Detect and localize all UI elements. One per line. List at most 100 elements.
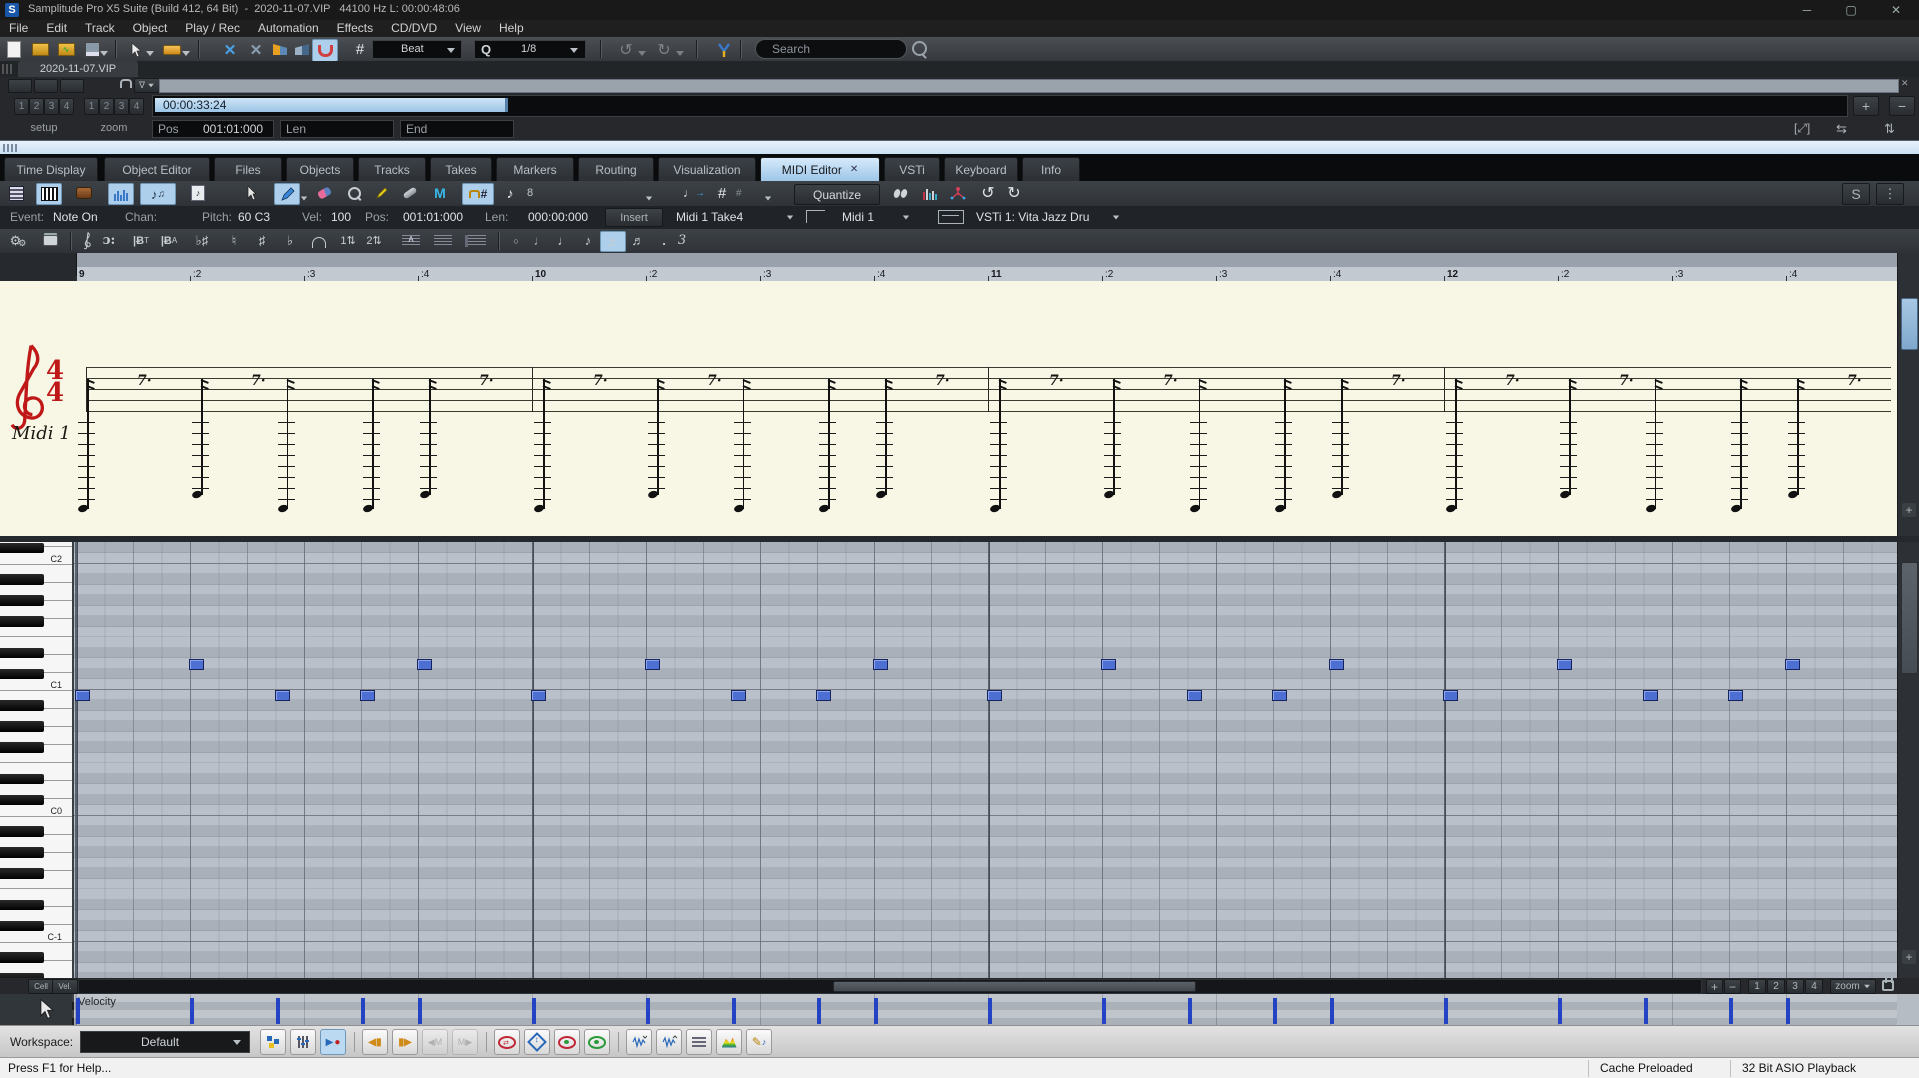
alto-clef-tenor-icon[interactable]: |Ƀ T [128, 231, 154, 250]
midi-note[interactable] [189, 658, 204, 670]
pencil-caret-icon[interactable] [300, 196, 308, 201]
snap-caret-icon[interactable] [645, 196, 653, 201]
velocity-scale-icon[interactable] [918, 183, 942, 203]
magnify-tool-icon[interactable] [342, 183, 366, 203]
snap-magnet-icon[interactable] [312, 39, 338, 62]
score-edit-icon[interactable]: ✎ ♪ [746, 1029, 772, 1055]
note-head[interactable] [276, 503, 289, 514]
score-view-icon[interactable]: ♪ ♫ [140, 183, 176, 205]
zoom-preset-1[interactable]: 1 [84, 98, 99, 115]
legato-icon[interactable] [888, 183, 912, 203]
save-caret-icon[interactable] [100, 51, 108, 56]
velocity-bar[interactable] [1444, 998, 1448, 1024]
menu-effects[interactable]: Effects [328, 20, 382, 36]
score-settings-icon[interactable] [462, 231, 488, 250]
eighth-note-icon[interactable]: ♪ [576, 231, 600, 250]
black-key[interactable] [0, 721, 44, 732]
marker-prev-icon[interactable]: ◀M [422, 1029, 448, 1055]
drum-editor-icon[interactable] [72, 183, 96, 203]
undo-caret-icon[interactable] [638, 51, 646, 56]
sixteenth-note-icon[interactable]: ♬ [600, 231, 626, 252]
roll-zoom-preset-4[interactable]: 4 [1805, 979, 1823, 994]
accidentals-icon[interactable]: ♭♯ [190, 231, 214, 250]
pos-field[interactable]: Pos 001:01:000 [152, 120, 274, 138]
take-dropdown[interactable]: Midi 1 Take4 [676, 210, 743, 224]
black-key[interactable] [0, 794, 44, 805]
note-head[interactable] [362, 503, 374, 514]
midi-note[interactable] [274, 690, 290, 701]
midi-note[interactable] [1329, 658, 1344, 670]
black-key[interactable] [0, 742, 44, 753]
redo-caret-icon[interactable] [676, 51, 684, 56]
score-scroll-handle[interactable] [1901, 298, 1918, 350]
track-dropdown[interactable]: Midi 1 [842, 210, 874, 224]
tab-keyboard[interactable]: Keyboard [944, 157, 1018, 181]
highlighter-tool-icon[interactable] [370, 183, 394, 203]
velocity-bar[interactable] [646, 998, 650, 1024]
object-mode-icon[interactable] [160, 39, 184, 60]
black-key[interactable] [0, 668, 44, 679]
object-mode-caret-icon[interactable] [182, 51, 190, 56]
track-rec-button[interactable] [60, 79, 84, 93]
take-manager-icon[interactable] [806, 210, 825, 223]
note-head[interactable] [818, 503, 830, 514]
tab-object-editor[interactable]: Object Editor [104, 157, 210, 181]
natural-icon[interactable]: ♮ [222, 231, 246, 250]
black-key[interactable] [0, 847, 44, 858]
menu-object[interactable]: Object [124, 20, 177, 36]
note-head[interactable] [875, 489, 887, 500]
menu-edit[interactable]: Edit [37, 20, 76, 36]
treble-clef-icon[interactable] [78, 231, 96, 250]
sync-icon[interactable]: ↕ [524, 1029, 550, 1055]
zoom-out-h-button[interactable]: − [1889, 96, 1915, 116]
midi-note[interactable] [1101, 658, 1116, 670]
zoom-preset-4[interactable]: 4 [129, 98, 144, 115]
menu-play-rec[interactable]: Play / Rec [176, 20, 249, 36]
tab-routing[interactable]: Routing [578, 157, 654, 181]
mute-tool-icon[interactable]: M [428, 183, 452, 203]
mouse-mode-icon[interactable] [124, 39, 148, 60]
roll-zoom-preset-1[interactable]: 1 [1748, 979, 1766, 994]
open-project-icon[interactable] [28, 39, 52, 60]
half-note-icon[interactable]: ♩ [528, 231, 552, 250]
midi-note[interactable] [1785, 658, 1800, 670]
note-head[interactable] [1274, 503, 1286, 514]
close-button[interactable]: ✕ [1873, 0, 1919, 20]
note-head[interactable] [989, 503, 1001, 514]
setup-preset-3[interactable]: 3 [44, 98, 59, 115]
midi-note[interactable] [1642, 690, 1658, 701]
minimize-button[interactable]: ─ [1785, 0, 1829, 20]
quarter-note-icon[interactable]: ♩ [552, 231, 576, 250]
fade-in-icon[interactable] [268, 39, 292, 60]
velocity-bar[interactable] [275, 998, 280, 1024]
pencil-tool-icon[interactable] [274, 183, 300, 205]
grid-caret-icon[interactable] [764, 196, 772, 201]
vsti-caret-icon[interactable] [1112, 215, 1120, 220]
velocity-lane[interactable]: Velocity [0, 994, 1919, 1025]
voice-2-icon[interactable]: 2⇅ [362, 231, 386, 250]
zoom-in-h-button[interactable]: + [1853, 96, 1879, 116]
grip-icon[interactable] [2, 64, 14, 74]
velocity-bar[interactable] [1273, 998, 1277, 1024]
note-head[interactable] [419, 489, 431, 500]
pitch-value[interactable]: 60 C3 [238, 210, 270, 224]
menu-view[interactable]: View [446, 20, 490, 36]
black-key[interactable] [0, 647, 44, 658]
import-audio-icon[interactable]: ∿ [54, 39, 78, 60]
zoom-wave-h-icon[interactable] [656, 1029, 682, 1055]
note-head[interactable] [1188, 503, 1201, 514]
humanize-icon[interactable] [946, 183, 970, 203]
undo-icon[interactable]: ↺ [614, 39, 638, 60]
note-head[interactable] [533, 503, 545, 514]
mouse-mode-caret-icon[interactable] [146, 51, 154, 56]
black-key[interactable] [0, 595, 44, 606]
menu-file[interactable]: File [0, 20, 37, 36]
midi-note[interactable] [1186, 690, 1202, 701]
flat-icon[interactable]: ♭ [278, 231, 302, 250]
velocity-bar[interactable] [1786, 998, 1790, 1024]
take-caret-icon[interactable] [786, 215, 794, 220]
menu-track[interactable]: Track [76, 20, 124, 36]
save-icon[interactable] [80, 39, 104, 60]
lock-icon[interactable] [120, 79, 132, 88]
bar-ruler[interactable]: 9:2:3:4 10:2:3:4 11:2:3:4 12:2:3:4 [0, 253, 1919, 281]
